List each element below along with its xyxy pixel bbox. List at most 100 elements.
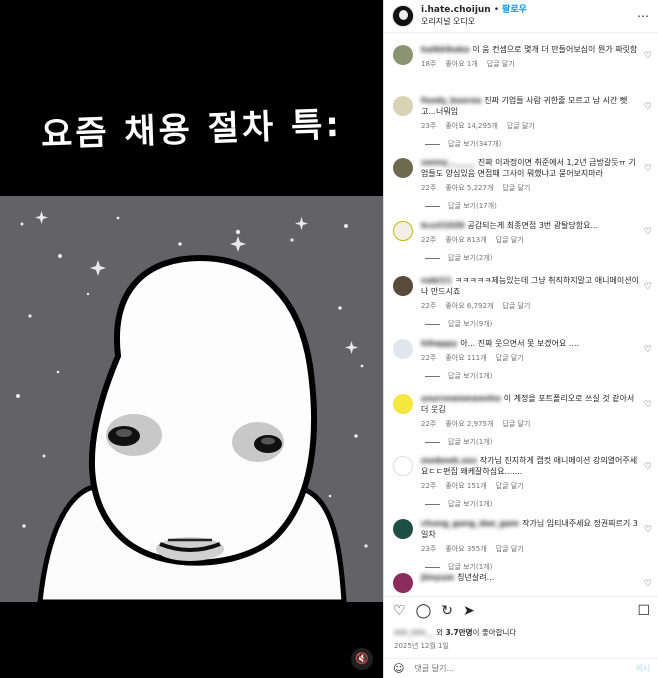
add-comment-bar: ☺ 게시 [384, 658, 658, 678]
comment-time: 23주 [421, 122, 437, 130]
original-audio-link[interactable]: 오리지널 오디오 [421, 16, 527, 28]
avatar[interactable] [393, 573, 413, 593]
more-options-icon[interactable]: ⋯ [637, 9, 650, 23]
comment-username[interactable]: hihappy [421, 339, 457, 348]
heart-icon[interactable]: ♡ [393, 604, 406, 618]
comment-username[interactable]: foody_koorea [421, 96, 481, 105]
reply-button[interactable]: 답글 달기 [502, 301, 530, 311]
likes-count[interactable]: 3.7만명 [445, 628, 472, 637]
view-replies-button[interactable]: 답글 보기(1개) [421, 371, 639, 381]
comment-item: kaikkikaka 이 움 컨셉으로 몇개 더 만들어보심이 뭔가 짜릿함 18… [384, 44, 658, 95]
avatar[interactable] [393, 158, 413, 178]
comment-time: 22주 [421, 236, 437, 244]
comment-likes[interactable]: 좋아요 5,227개 [445, 183, 493, 193]
post-comment-button[interactable]: 게시 [635, 663, 650, 674]
comment-likes[interactable]: 좋아요 111개 [445, 353, 486, 363]
mute-toggle-button[interactable]: 🔇 [351, 648, 373, 670]
heart-icon[interactable]: ♡ [644, 51, 652, 61]
post-action-bar: ♡ ◯ ↻ ➤ ☐ [384, 596, 658, 624]
comment-item: jiinyum 칭년살려... ♡ [384, 572, 658, 595]
comment-item: yoursnamewonho 이 계정을 포트폴리오로 쓰실 것 같아서 더 웃김… [384, 393, 658, 455]
comment-input[interactable] [414, 664, 605, 673]
comment-username[interactable]: nabi11 [421, 276, 452, 285]
avatar[interactable] [393, 339, 413, 359]
bookmark-icon[interactable]: ☐ [637, 604, 650, 618]
heart-icon[interactable]: ♡ [644, 400, 652, 410]
heart-icon[interactable]: ♡ [644, 525, 652, 535]
comment-text: ㅋㅋㅋㅋㅋ제능있는데 그냥 취직하지말고 애니메이션이나 만드시죠 [421, 276, 639, 296]
avatar[interactable] [392, 5, 414, 27]
avatar[interactable] [393, 394, 413, 414]
heart-icon[interactable]: ♡ [644, 102, 652, 112]
reply-button[interactable]: 답글 달기 [502, 183, 530, 193]
heart-icon[interactable]: ♡ [644, 164, 652, 174]
reply-button[interactable]: 답글 달기 [487, 59, 515, 69]
view-replies-button[interactable]: 답글 보기(2개) [421, 253, 639, 263]
likes-summary[interactable]: min_kim__ 외 3.7만명이 좋아합니다 [394, 627, 516, 638]
liked-by-username[interactable]: min_kim__ [394, 628, 433, 637]
comment-time: 22주 [421, 354, 437, 362]
comment-text: 아... 진짜 웃으면서 못 보겠어요 .... [460, 339, 580, 348]
send-icon[interactable]: ➤ [463, 604, 475, 618]
comment-username[interactable]: kaikkikaka [421, 45, 469, 54]
comment-username[interactable]: kco31030 [421, 221, 464, 230]
comment-username[interactable]: chung_gang_dae_gam [421, 519, 519, 528]
share-icon[interactable]: ↻ [441, 604, 453, 618]
follow-button[interactable]: 팔로우 [502, 4, 527, 16]
view-replies-button[interactable]: 답글 보기(1개) [421, 499, 639, 509]
reply-button[interactable]: 답글 달기 [507, 121, 535, 131]
avatar[interactable] [393, 221, 413, 241]
view-replies-button[interactable]: 답글 보기(1개) [421, 437, 639, 447]
reply-button[interactable]: 답글 달기 [496, 353, 524, 363]
comment-item: zoobook.oss 작가님 진지하게 캡컷 애니메이션 강의열어주세요ㄷㄷ편집… [384, 455, 658, 518]
comment-item: kco31030 공감되는게 최종면접 3번 광탈당함요... 22주 좋아요 8… [384, 220, 658, 275]
comment-item: sonny_._____ 진짜 이과정이면 취준에서 1,2년 금방갈듯ㅠ 기업들… [384, 157, 658, 220]
reply-button[interactable]: 답글 달기 [496, 481, 524, 491]
comment-item: foody_koorea 진짜 기업들 사람 귀한줄 모르고 남 시간 뺏고...… [384, 95, 658, 157]
comment-likes[interactable]: 좋아요 151개 [445, 481, 486, 491]
comments-list[interactable]: kaikkikaka 이 움 컨셉으로 몇개 더 만들어보심이 뭔가 짜릿함 18… [384, 33, 658, 595]
post-header: i.hate.choijun • 팔로우 오리지널 오디오 ⋯ [384, 0, 658, 33]
speaker-muted-icon: 🔇 [355, 652, 369, 665]
comment-time: 22주 [421, 302, 437, 310]
video-player[interactable]: 요즘 채용 절차 특: 🔇 [0, 0, 383, 678]
comment-username[interactable]: yoursnamewonho [421, 394, 501, 403]
comment-time: 18주 [421, 60, 437, 68]
comment-icon[interactable]: ◯ [416, 604, 432, 618]
comment-text: 공감되는게 최종면접 3번 광탈당함요... [467, 221, 599, 230]
comment-likes[interactable]: 좋아요 14,295개 [445, 121, 497, 131]
heart-icon[interactable]: ♡ [644, 227, 652, 237]
avatar[interactable] [393, 96, 413, 116]
comment-text: 칭년살려... [457, 573, 495, 582]
comment-likes[interactable]: 좋아요 355개 [445, 544, 486, 554]
video-caption-text: 요즘 채용 절차 특: [40, 104, 343, 156]
heart-icon[interactable]: ♡ [644, 345, 652, 355]
comment-username[interactable]: sonny_._____ [421, 158, 475, 167]
comment-username[interactable]: zoobook.oss [421, 456, 477, 465]
comment-time: 22주 [421, 420, 437, 428]
comment-time: 22주 [421, 184, 437, 192]
view-replies-button[interactable]: 답글 보기(17개) [421, 201, 639, 211]
comment-likes[interactable]: 좋아요 2,975개 [445, 419, 493, 429]
comment-likes[interactable]: 좋아요 1개 [445, 59, 477, 69]
view-replies-button[interactable]: 답글 보기(9개) [421, 319, 639, 329]
heart-icon[interactable]: ♡ [644, 462, 652, 472]
view-replies-button[interactable]: 답글 보기(347개) [421, 139, 639, 149]
comment-likes[interactable]: 좋아요 813개 [445, 235, 486, 245]
comment-item: chung_gang_dae_gam 작가님 임티내주세요 정권찌르기 3일차 2… [384, 518, 658, 572]
avatar[interactable] [393, 456, 413, 476]
reply-button[interactable]: 답글 달기 [496, 235, 524, 245]
view-replies-button[interactable]: 답글 보기(1개) [421, 562, 639, 572]
comment-likes[interactable]: 좋아요 6,792개 [445, 301, 493, 311]
heart-icon[interactable]: ♡ [644, 579, 652, 589]
author-username[interactable]: i.hate.choijun [421, 4, 491, 16]
separator-dot: • [493, 5, 500, 15]
avatar[interactable] [393, 276, 413, 296]
avatar[interactable] [393, 45, 413, 65]
reply-button[interactable]: 답글 달기 [496, 544, 524, 554]
reply-button[interactable]: 답글 달기 [502, 419, 530, 429]
comment-username[interactable]: jiinyum [421, 573, 454, 582]
avatar[interactable] [393, 519, 413, 539]
heart-icon[interactable]: ♡ [644, 282, 652, 292]
emoji-icon[interactable]: ☺ [393, 662, 404, 675]
